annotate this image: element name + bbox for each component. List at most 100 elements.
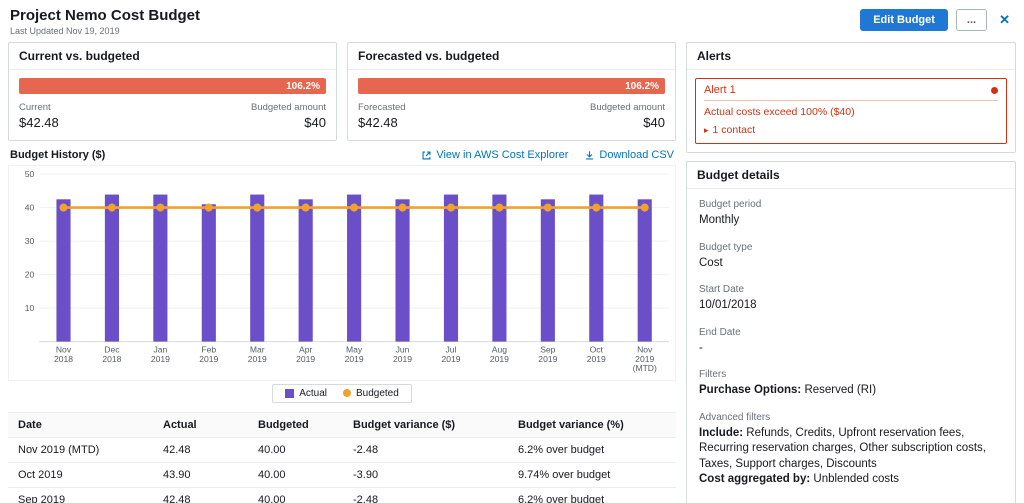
page-header: Project Nemo Cost Budget Last Updated No… [0, 0, 1024, 40]
chart-svg: 1020304050Nov2018Dec2018Jan2019Feb2019Ma… [25, 169, 669, 373]
budget-detail-page: Project Nemo Cost Budget Last Updated No… [0, 0, 1024, 503]
expand-triangle-icon: ▸ [704, 124, 709, 135]
detail-field-filters: Filters Purchase Options: Reserved (RI) [699, 369, 877, 397]
table-header-cell: Actual [153, 411, 248, 438]
content-area: Current vs. budgeted 106.2% Current $42.… [0, 40, 1024, 503]
forecast-progress-bar: 106.2% [358, 78, 665, 94]
table-cell: -2.48 [343, 487, 508, 503]
svg-text:2019: 2019 [441, 354, 460, 364]
legend-item: Budgeted [342, 387, 399, 399]
legend-label: Actual [299, 387, 327, 399]
chart-title: Budget History ($) [10, 149, 106, 161]
side-column: Alerts Alert 1 Actual costs exceed 100% … [686, 42, 1016, 503]
table-cell: 9.74% over budget [508, 462, 676, 488]
budgeted-dot-icon [342, 389, 351, 398]
table-cell: -3.90 [343, 462, 508, 488]
edit-budget-button[interactable]: Edit Budget [860, 9, 948, 31]
svg-text:40: 40 [25, 203, 35, 213]
more-actions-button[interactable]: ... [955, 9, 988, 31]
budget-history-chart: 10 20 30 40 50 Nov 2018 Dec 2018 Jan 2019 Feb 2019 Ma… [8, 165, 676, 381]
current-vs-budgeted-card: Current vs. budgeted 106.2% Current $42.… [8, 42, 337, 141]
legend-item: Actual [285, 388, 327, 399]
current-percent-label: 106.2% [286, 80, 320, 92]
table-cell: 42.48 [153, 437, 248, 463]
detail-field-value: Monthly [699, 214, 740, 226]
alert-contact-label: 1 contact [712, 124, 756, 136]
detail-field-label: End Date [699, 326, 741, 338]
details-fields: Budget period Monthly Budget type Cost Start… [699, 199, 1003, 356]
table-cell: 40.00 [248, 437, 343, 463]
external-link-icon [422, 151, 431, 159]
alerts-card: Alerts Alert 1 Actual costs exceed 100% … [686, 42, 1016, 153]
legend-label: Budgeted [355, 387, 399, 399]
download-icon [586, 150, 594, 159]
main-column: Current vs. budgeted 106.2% Current $42.… [8, 42, 676, 503]
header-actions: Edit Budget ... ✕ [860, 7, 1014, 31]
alert-contact-toggle[interactable]: ▸ 1 contact [704, 124, 998, 136]
detail-field-advanced-filters: Advanced filters Include: Refunds, Credi… [699, 411, 986, 486]
svg-text:(MTD): (MTD) [633, 363, 657, 373]
budget-details-card: Budget details Budget period Monthly Budge… [686, 161, 1016, 503]
svg-text:50: 50 [25, 169, 35, 179]
svg-text:2018: 2018 [54, 354, 73, 364]
table-cell: 43.90 [153, 462, 248, 488]
svg-text:2019: 2019 [393, 354, 412, 364]
current-progress-bar: 106.2% [19, 78, 326, 94]
svg-text:30: 30 [25, 236, 35, 246]
svg-text:2019: 2019 [248, 354, 267, 364]
card-title: Forecasted vs. budgeted [348, 43, 675, 70]
table-header-cell: Budget variance ($) [343, 411, 508, 438]
detail-field-label: Budget type [699, 241, 753, 253]
title-block: Project Nemo Cost Budget Last Updated No… [10, 7, 200, 36]
summary-cards-row: Current vs. budgeted 106.2% Current $42.… [8, 42, 676, 141]
detail-field-value: Cost [699, 256, 723, 269]
forecast-percent-label: 106.2% [625, 80, 659, 92]
chart-legend-box: Actual Budgeted [272, 383, 412, 403]
svg-text:2019: 2019 [538, 354, 557, 364]
budget-table-body: Nov 2019 (MTD) 42.48 40.00 -2.48 6.2% over b… [8, 437, 676, 503]
table-row: Nov 2019 (MTD) 42.48 40.00 -2.48 6.2% over b… [8, 437, 676, 463]
table-header-cell: Budget variance (%) [508, 411, 676, 438]
download-csv-link[interactable]: Download CSV [584, 149, 674, 161]
table-cell: Sep 2019 [8, 487, 153, 503]
actual-square-icon [285, 388, 295, 398]
svg-text:2019: 2019 [151, 354, 170, 364]
chart-header: Budget History ($) View in AWS Cost Expl… [10, 149, 674, 161]
detail-field: Budget type Cost [699, 242, 1003, 272]
svg-text:10: 10 [25, 303, 35, 313]
alert-box: Alert 1 Actual costs exceed 100% ($40) ▸… [695, 78, 1007, 144]
table-cell: 42.48 [153, 487, 248, 503]
table-cell: 6.2% over budget [508, 437, 676, 463]
current-amount: Current $42.48 [19, 102, 59, 130]
svg-text:2019: 2019 [199, 354, 218, 364]
detail-field-label: Budget period [699, 199, 762, 210]
forecasted-amount: Forecasted $42.48 [358, 102, 406, 130]
svg-text:2019: 2019 [345, 354, 364, 364]
svg-text:2019: 2019 [587, 354, 606, 364]
last-updated-text: Last Updated Nov 19, 2019 [10, 26, 120, 36]
table-header-cell: Budgeted [248, 411, 343, 438]
table-header-cell: Date [8, 411, 153, 438]
detail-field-value: - [699, 341, 703, 354]
alerts-title: Alerts [687, 43, 1015, 70]
svg-text:2019: 2019 [490, 354, 509, 364]
detail-field: Budget period Monthly [699, 199, 1003, 229]
table-cell: 6.2% over budget [508, 487, 676, 503]
detail-field-value: 10/01/2018 [699, 299, 757, 312]
table-cell: 40.00 [248, 462, 343, 488]
svg-text:2019: 2019 [296, 354, 315, 364]
detail-field-label: Start Date [699, 284, 745, 296]
close-icon[interactable]: ✕ [995, 10, 1014, 30]
view-cost-explorer-link[interactable]: View in AWS Cost Explorer [421, 149, 568, 161]
table-cell: Nov 2019 (MTD) [8, 437, 153, 463]
budget-table-head-row: Date Actual Budgeted Budget variance ($) Bud… [8, 411, 676, 438]
table-cell: 40.00 [248, 487, 343, 503]
card-title: Current vs. budgeted [9, 43, 336, 70]
alert-status-dot [991, 86, 998, 94]
detail-field: Start Date 10/01/2018 [699, 284, 1003, 314]
forecasted-vs-budgeted-card: Forecasted vs. budgeted 106.2% Forecaste… [347, 42, 676, 141]
alert-name: Alert 1 [704, 84, 736, 96]
budget-history-table: Date Actual Budgeted Budget variance ($) Bud… [8, 411, 676, 503]
svg-text:2018: 2018 [102, 354, 121, 364]
budget-details-title: Budget details [687, 162, 1015, 189]
